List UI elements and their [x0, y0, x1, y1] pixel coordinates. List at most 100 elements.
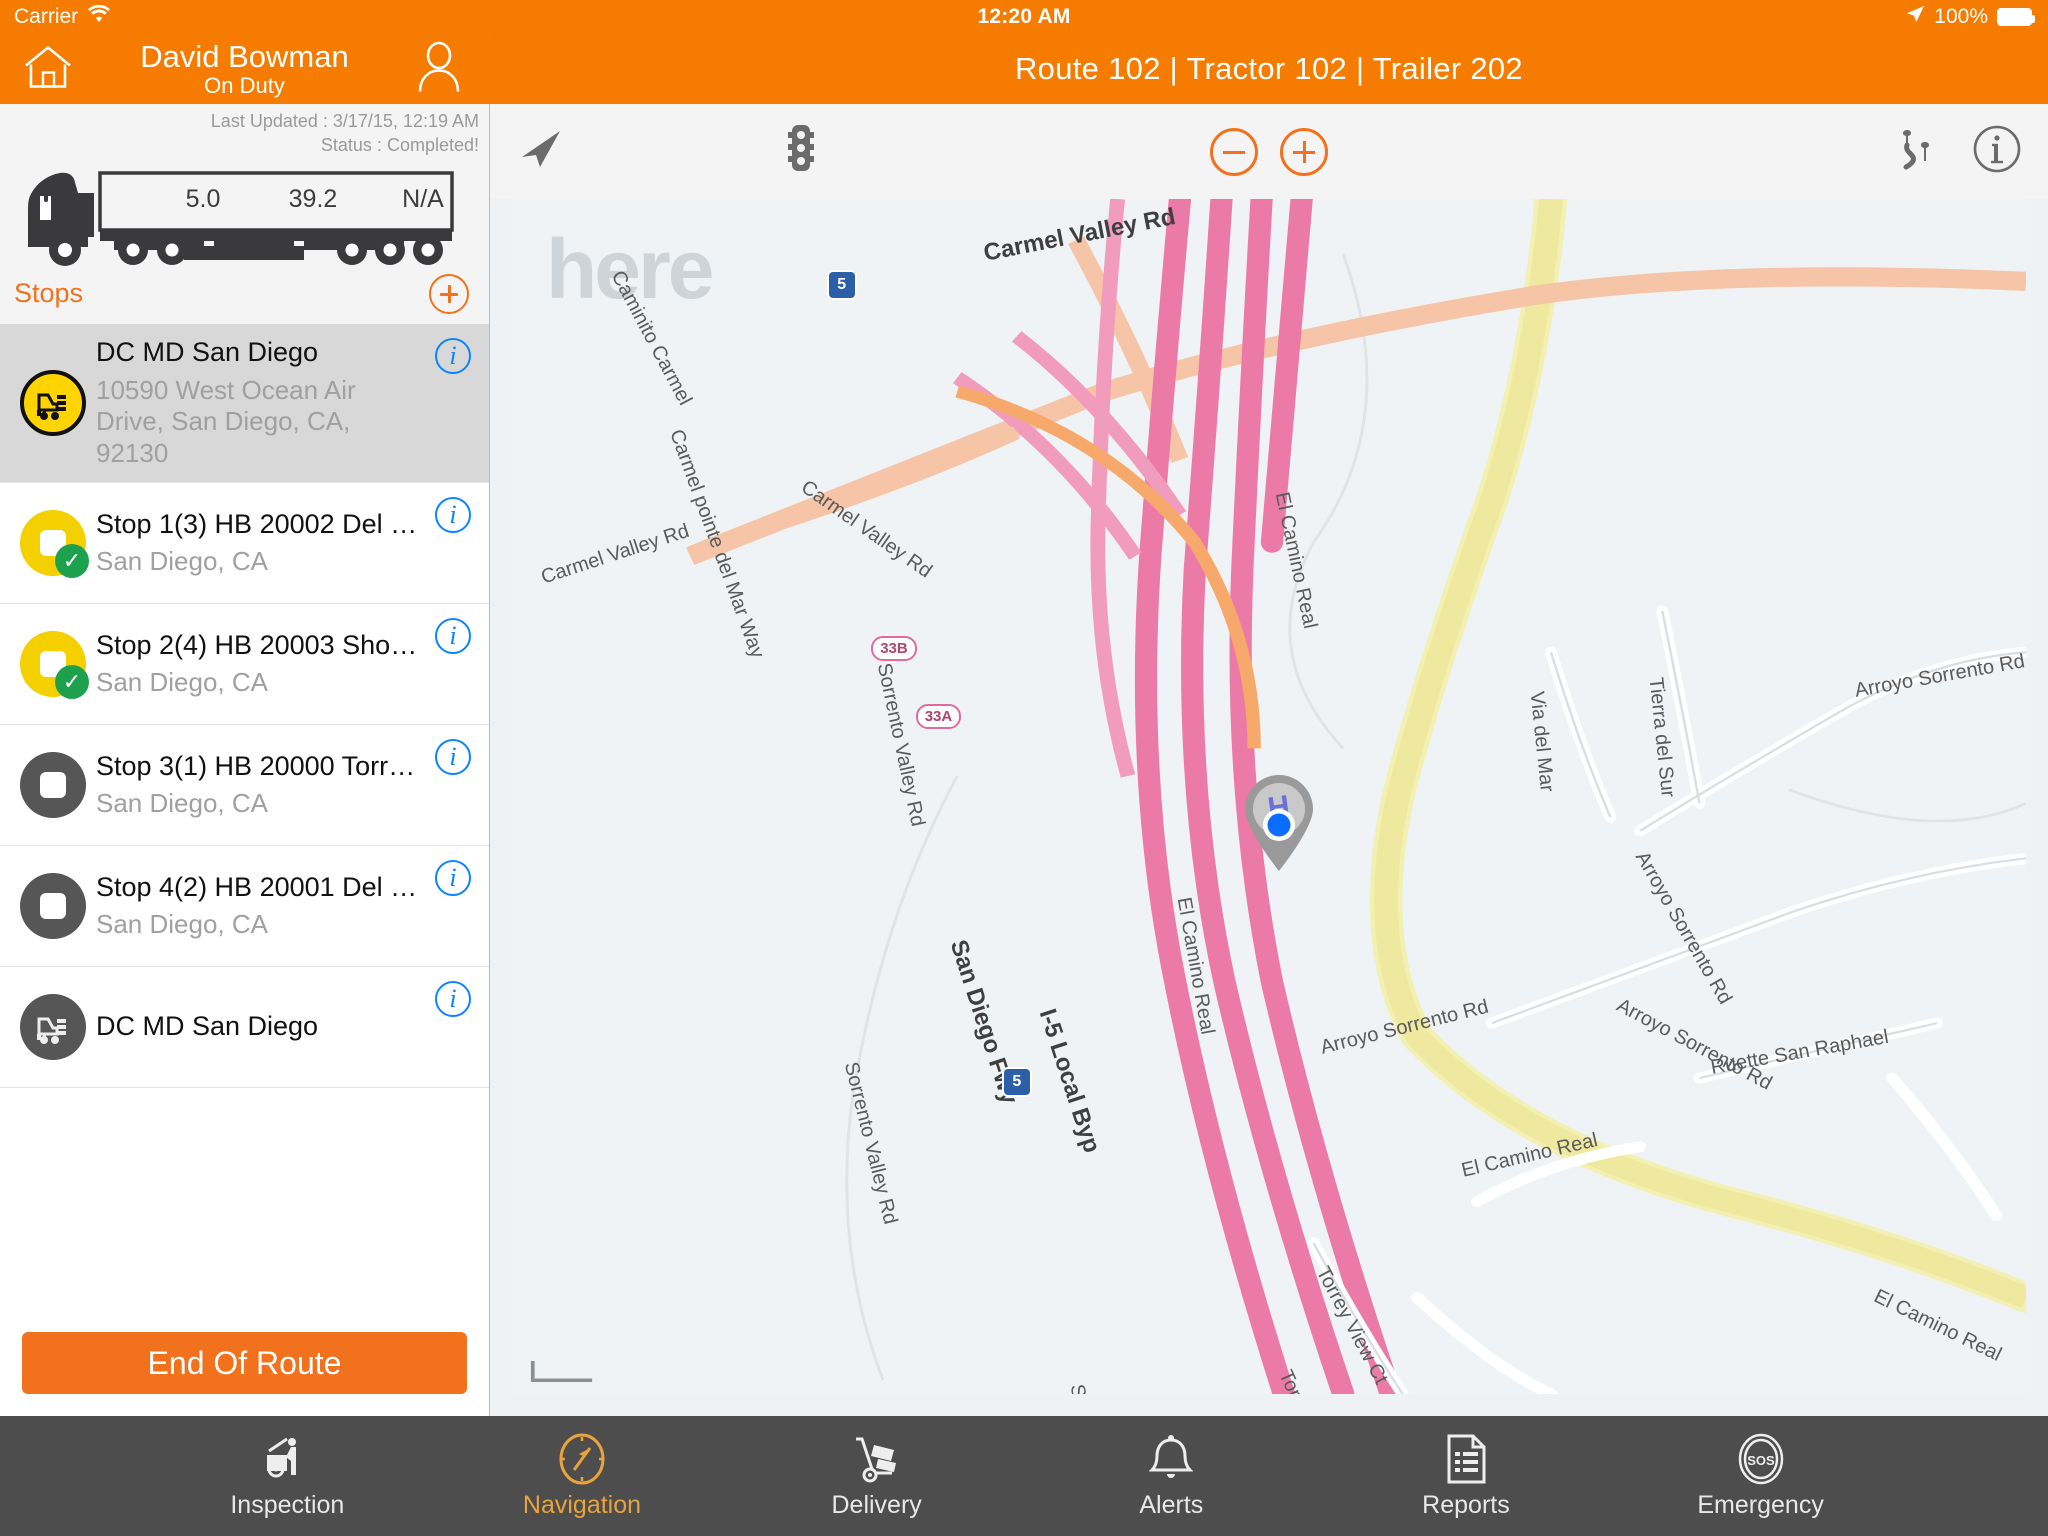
- map-canvas[interactable]: here Caminito Carmel Carmel Valley Rd Carm…: [490, 199, 2048, 1416]
- truck-metric-values: 5.0 39.2 N/A: [148, 174, 478, 226]
- stop-subtitle: San Diego, CA: [96, 546, 268, 577]
- forklift-icon: [20, 369, 86, 436]
- status-bar: Carrier 12:20 AM 100%: [0, 0, 2048, 34]
- person-icon[interactable]: [415, 41, 463, 97]
- stop-info-button[interactable]: i: [431, 616, 475, 654]
- header-title-block: David Bowman On Duty: [140, 40, 348, 97]
- stop-text: Stop 3(1) HB 20000 Torrey Hills San Diego…: [92, 750, 431, 820]
- tab-label: Navigation: [522, 1490, 642, 1519]
- stop-row[interactable]: Stop 3(1) HB 20000 Torrey Hills San Diego…: [0, 725, 489, 846]
- package-square: [40, 892, 66, 919]
- stops-list[interactable]: DC MD San Diego 10590 West Ocean Air Driv…: [0, 323, 489, 1316]
- package-icon: [20, 751, 86, 818]
- truck-summary-panel: Last Updated : 3/17/15, 12:19 AM Status …: [0, 104, 489, 324]
- info-icon: i: [435, 617, 471, 654]
- map-pane: here Caminito Carmel Carmel Valley Rd Carm…: [490, 104, 2048, 1416]
- end-of-route-button[interactable]: End Of Route: [22, 1332, 467, 1394]
- compass-icon: [557, 1433, 607, 1485]
- info-icon: i: [435, 496, 471, 533]
- stop-text: Stop 1(3) HB 20002 Del Mar Hi… San Diego,…: [92, 508, 431, 578]
- stop-subtitle: San Diego, CA: [96, 667, 268, 698]
- document-icon: [1444, 1433, 1488, 1485]
- map-zoom-controls: [1210, 127, 1328, 176]
- info-circle-icon[interactable]: [1972, 124, 2022, 179]
- truck-metric-2: N/A: [402, 185, 444, 214]
- truck-graphic-wrap: 5.0 39.2 N/A: [0, 160, 489, 272]
- stop-info-button[interactable]: i: [431, 858, 475, 896]
- sidebar: Last Updated : 3/17/15, 12:19 AM Status …: [0, 104, 490, 1416]
- stop-title: Stop 1(3) HB 20002 Del Mar Hi…: [96, 508, 423, 539]
- tab-navigation[interactable]: Navigation: [487, 1433, 677, 1520]
- location-arrow-icon: [1905, 4, 1925, 30]
- add-stop-button[interactable]: [429, 273, 469, 314]
- stop-row[interactable]: ✓Stop 1(3) HB 20002 Del Mar Hi… San Diego…: [0, 483, 489, 604]
- svg-text:SOS: SOS: [1747, 1453, 1775, 1468]
- status-bar-right: 100%: [1905, 4, 2035, 30]
- route-title: Route 102 | Tractor 102 | Trailer 202: [1015, 51, 1523, 86]
- stop-info-button[interactable]: i: [431, 979, 475, 1017]
- traffic-light-icon[interactable]: [784, 122, 818, 181]
- sos-icon: SOS: [1736, 1433, 1786, 1485]
- truck-metric-1: 39.2: [288, 185, 338, 214]
- stop-text: DC MD San Diego: [92, 1010, 431, 1044]
- stop-icon-wrap: [14, 369, 92, 436]
- end-of-route-wrap: End Of Route: [0, 1316, 489, 1416]
- navigation-arrow-icon[interactable]: [516, 125, 564, 178]
- stops-label: Stops: [14, 278, 84, 309]
- tab-label: Reports: [1422, 1490, 1510, 1519]
- stop-icon-wrap: [14, 751, 92, 818]
- exit-badge: 33A: [915, 704, 962, 730]
- stop-icon-wrap: [14, 872, 92, 939]
- stop-text: DC MD San Diego 10590 West Ocean Air Driv…: [92, 336, 431, 470]
- highway-shield: 5: [826, 270, 857, 301]
- truck-metric-0: 5.0: [185, 185, 221, 214]
- info-icon: i: [435, 337, 471, 374]
- vehicle-location-pin[interactable]: H: [1239, 773, 1319, 878]
- stop-subtitle: 10590 West Ocean Air Drive, San Diego, C…: [96, 374, 356, 469]
- stop-title: Stop 4(2) HB 20001 Del Mar He…: [96, 871, 423, 902]
- tab-label: Delivery: [831, 1490, 922, 1519]
- highway-shield: 5: [1001, 1067, 1032, 1098]
- last-updated-text: Last Updated : 3/17/15, 12:19 AM: [210, 111, 479, 131]
- header-bar: David Bowman On Duty Route 102 | Tractor…: [0, 34, 2048, 104]
- hand-truck-icon: [850, 1433, 904, 1485]
- stop-row[interactable]: DC MD San Diego 10590 West Ocean Air Driv…: [0, 323, 489, 483]
- completed-check-icon: ✓: [55, 543, 89, 578]
- tab-reports[interactable]: Reports: [1371, 1433, 1561, 1520]
- map-viewport[interactable]: here Caminito Carmel Carmel Valley Rd Carm…: [512, 199, 2026, 1394]
- tab-emergency[interactable]: SOS Emergency: [1666, 1433, 1856, 1520]
- exit-badge: 33B: [871, 635, 917, 661]
- inspection-icon: [261, 1433, 313, 1485]
- stop-icon-wrap: ✓: [14, 630, 92, 699]
- stop-row[interactable]: DC MD San Diego i: [0, 967, 489, 1088]
- stop-text: Stop 2(4) HB 20003 Showpark San Diego, CA: [92, 629, 431, 699]
- map-toolbar-right: [1890, 123, 2022, 180]
- stop-icon-wrap: [14, 993, 92, 1060]
- bell-icon: [1149, 1433, 1194, 1485]
- stop-info-button[interactable]: i: [431, 495, 475, 533]
- battery-icon: [1997, 8, 2035, 26]
- tab-delivery[interactable]: Delivery: [782, 1433, 972, 1520]
- stop-subtitle: San Diego, CA: [96, 909, 268, 940]
- stop-row[interactable]: Stop 4(2) HB 20001 Del Mar He… San Diego,…: [0, 846, 489, 967]
- bottom-tab-bar[interactable]: Inspection Navigation Delivery Alerts Report…: [0, 1416, 2048, 1536]
- package-icon: ✓: [20, 630, 89, 699]
- home-icon[interactable]: [22, 44, 74, 95]
- app-root: Carrier 12:20 AM 100% David Bowman On Du…: [0, 0, 2048, 1536]
- last-updated-block: Last Updated : 3/17/15, 12:19 AM Status …: [0, 104, 489, 158]
- route-pins-icon[interactable]: [1890, 123, 1942, 180]
- battery-percent-label: 100%: [1934, 5, 1988, 28]
- info-icon: i: [435, 980, 471, 1017]
- zoom-in-button[interactable]: [1280, 127, 1328, 176]
- stop-title: Stop 2(4) HB 20003 Showpark: [96, 629, 423, 660]
- stop-text: Stop 4(2) HB 20001 Del Mar He… San Diego,…: [92, 871, 431, 941]
- tab-alerts[interactable]: Alerts: [1076, 1433, 1266, 1520]
- zoom-out-button[interactable]: [1210, 127, 1258, 176]
- stop-info-button[interactable]: i: [431, 336, 475, 374]
- stop-info-button[interactable]: i: [431, 737, 475, 775]
- forklift-icon: [20, 993, 86, 1060]
- stop-title: Stop 3(1) HB 20000 Torrey Hills: [96, 750, 423, 781]
- package-icon: [20, 872, 86, 939]
- stop-row[interactable]: ✓Stop 2(4) HB 20003 Showpark San Diego, C…: [0, 604, 489, 725]
- tab-inspection[interactable]: Inspection: [192, 1433, 382, 1520]
